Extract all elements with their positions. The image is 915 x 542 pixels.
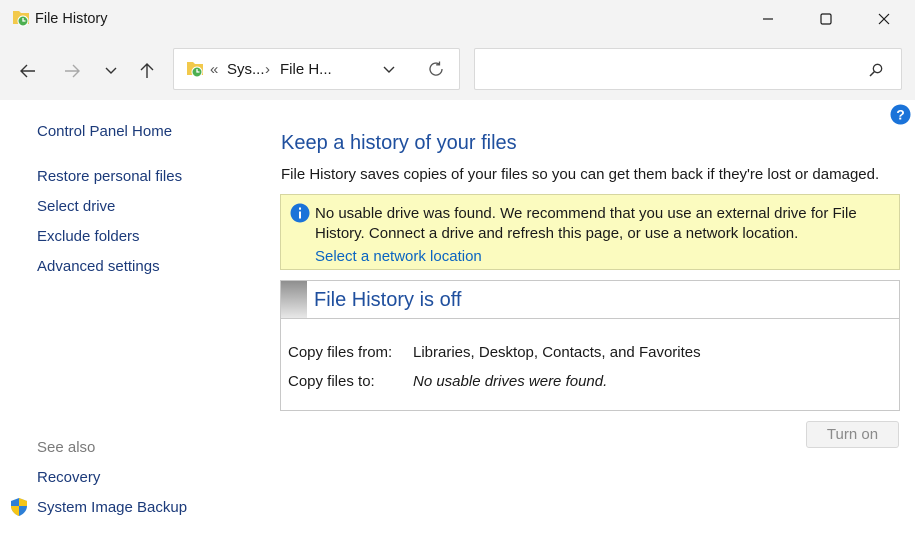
- restore-personal-files-link[interactable]: Restore personal files: [37, 168, 182, 185]
- status-indicator: [281, 281, 307, 318]
- address-dropdown-icon[interactable]: [382, 63, 396, 82]
- close-button[interactable]: [855, 0, 913, 38]
- search-icon[interactable]: [868, 62, 884, 83]
- info-icon: [290, 203, 310, 223]
- see-also-heading: See also: [37, 439, 96, 456]
- page-description: File History saves copies of your files …: [281, 166, 880, 183]
- address-overflow[interactable]: «: [210, 61, 218, 78]
- system-image-backup-link[interactable]: System Image Backup: [37, 499, 187, 516]
- back-arrow-icon: [20, 64, 35, 78]
- help-icon: ?: [890, 104, 911, 125]
- breadcrumb-separator: ›: [265, 61, 270, 78]
- select-network-location-link[interactable]: Select a network location: [315, 248, 482, 265]
- help-button[interactable]: ?: [890, 104, 911, 125]
- file-history-icon: [12, 9, 30, 27]
- breadcrumb-file-history[interactable]: File H...: [280, 61, 332, 78]
- advanced-settings-link[interactable]: Advanced settings: [37, 258, 160, 275]
- back-button[interactable]: [15, 58, 41, 84]
- maximize-button[interactable]: [797, 0, 855, 38]
- navigation-bar: « Sys... › File H...: [0, 38, 915, 100]
- up-arrow-icon: [140, 63, 154, 78]
- divider: [281, 318, 899, 319]
- close-icon: [878, 13, 890, 25]
- copy-from-label: Copy files from:: [288, 344, 393, 361]
- no-drive-warning: No usable drive was found. We recommend …: [280, 194, 900, 270]
- title-bar: File History: [0, 0, 915, 39]
- recovery-link[interactable]: Recovery: [37, 469, 100, 486]
- select-drive-link[interactable]: Select drive: [37, 198, 115, 215]
- shield-icon: [10, 497, 28, 517]
- refresh-icon[interactable]: [427, 60, 445, 83]
- copy-to-label: Copy files to:: [288, 373, 375, 390]
- minimize-icon: [763, 18, 773, 20]
- warning-message: No usable drive was found. We recommend …: [315, 205, 857, 242]
- copy-from-value: Libraries, Desktop, Contacts, and Favori…: [413, 344, 701, 361]
- forward-button[interactable]: [59, 58, 85, 84]
- breadcrumb-system[interactable]: Sys...: [227, 61, 265, 78]
- turn-on-button[interactable]: Turn on: [806, 421, 899, 448]
- forward-arrow-icon: [65, 64, 80, 78]
- search-input[interactable]: [474, 48, 902, 90]
- file-history-status-panel: File History is off Copy files from: Lib…: [280, 280, 900, 411]
- page-title: Keep a history of your files: [281, 132, 517, 154]
- window-title: File History: [35, 11, 108, 27]
- control-panel-home-link[interactable]: Control Panel Home: [37, 123, 172, 140]
- copy-to-value: No usable drives were found.: [413, 373, 608, 390]
- status-title: File History is off: [314, 289, 462, 311]
- recent-locations-chevron-icon: [105, 67, 117, 74]
- up-button[interactable]: [134, 58, 160, 84]
- svg-text:?: ?: [896, 107, 905, 123]
- recent-locations-button[interactable]: [98, 58, 124, 84]
- file-history-icon: [186, 60, 204, 83]
- maximize-icon: [820, 13, 832, 25]
- address-bar[interactable]: « Sys... › File H...: [173, 48, 460, 90]
- minimize-button[interactable]: [739, 0, 797, 38]
- exclude-folders-link[interactable]: Exclude folders: [37, 228, 140, 245]
